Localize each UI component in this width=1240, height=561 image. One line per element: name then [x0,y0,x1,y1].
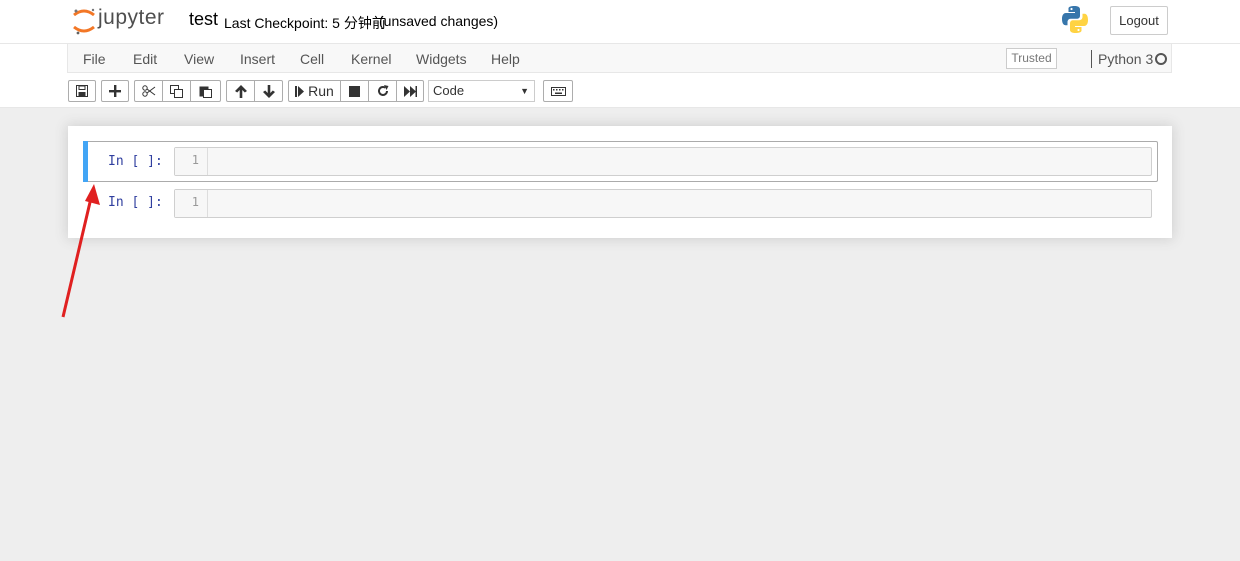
plus-icon [109,85,121,97]
line-number: 1 [191,195,199,209]
logout-button[interactable]: Logout [1110,6,1168,35]
run-label: Run [308,83,334,99]
cell-type-select[interactable]: Code ▼ [428,80,535,102]
kernel-name[interactable]: Python 3 [1098,51,1153,67]
menu-file[interactable]: File [83,51,106,67]
kernel-idle-indicator-icon [1155,53,1167,65]
code-input[interactable]: 1 [174,189,1152,218]
stop-icon [349,85,360,97]
copy-button[interactable] [162,80,191,102]
selected-cell-indicator [83,141,88,182]
arrow-up-icon [234,84,247,98]
restart-run-all-button[interactable] [396,80,424,102]
paste-button[interactable] [190,80,221,102]
input-prompt: In [ ]: [108,195,163,210]
interrupt-button[interactable] [340,80,369,102]
step-forward-icon [295,85,305,97]
checkpoint-status: Last Checkpoint: 5 分钟前 [224,15,386,31]
kernel-divider [1091,50,1092,68]
menu-insert[interactable]: Insert [240,51,275,67]
cut-icon [141,85,155,97]
input-prompt: In [ ]: [108,154,163,169]
menu-view[interactable]: View [184,51,214,67]
run-button[interactable]: Run [288,80,341,102]
dropdown-arrow-icon: ▼ [520,86,529,96]
move-down-button[interactable] [254,80,283,102]
command-palette-button[interactable] [543,80,573,102]
line-number-gutter: 1 [175,190,208,217]
menu-cell[interactable]: Cell [300,51,324,67]
menu-kernel[interactable]: Kernel [351,51,391,67]
menu-widgets[interactable]: Widgets [416,51,467,67]
trusted-indicator[interactable]: Trusted [1006,48,1057,69]
save-icon [76,85,88,97]
save-button[interactable] [68,80,96,102]
restart-button[interactable] [368,80,397,102]
cell-type-value: Code [433,83,465,98]
keyboard-icon [550,86,566,96]
menu-edit[interactable]: Edit [133,51,157,67]
cut-button[interactable] [134,80,163,102]
insert-cell-button[interactable] [101,80,129,102]
paste-icon [199,86,212,98]
autosave-status: (unsaved changes) [379,13,499,29]
notebook-name[interactable]: test [189,9,218,30]
move-up-button[interactable] [226,80,255,102]
arrow-down-icon [262,84,275,98]
fast-forward-icon [403,85,417,97]
line-number-gutter: 1 [175,148,208,175]
restart-icon [377,85,388,96]
code-input[interactable]: 1 [174,147,1152,176]
line-number: 1 [191,153,199,167]
copy-icon [170,84,183,98]
jupyter-wordmark[interactable]: jupyter [98,6,165,30]
menu-help[interactable]: Help [491,51,520,67]
python-logo-icon [1062,6,1088,33]
